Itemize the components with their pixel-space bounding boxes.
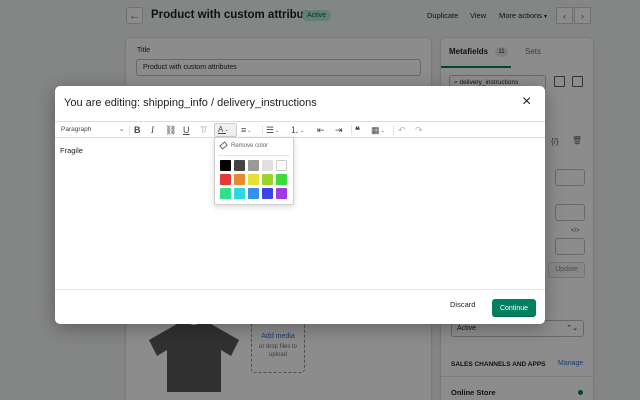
editor-content[interactable]: Fragile bbox=[60, 146, 83, 155]
clear-format-icon[interactable]: T̸ bbox=[200, 124, 206, 136]
color-picker-dropdown: Remove color bbox=[214, 137, 294, 205]
color-swatch[interactable] bbox=[248, 188, 259, 199]
color-swatch[interactable] bbox=[262, 188, 273, 199]
underline-icon[interactable]: U bbox=[183, 124, 190, 136]
color-swatch[interactable] bbox=[234, 174, 245, 185]
close-icon[interactable]: × bbox=[522, 94, 531, 110]
align-icon[interactable]: ≡⌄ bbox=[241, 124, 251, 136]
italic-icon[interactable]: I bbox=[151, 124, 154, 136]
modal-footer: Discard Continue bbox=[55, 289, 545, 324]
discard-button[interactable]: Discard bbox=[450, 300, 475, 309]
numbered-list-icon[interactable]: ⒈⌄ bbox=[290, 124, 304, 136]
toolbar-divider bbox=[351, 125, 352, 135]
color-swatch[interactable] bbox=[262, 160, 273, 171]
color-swatch[interactable] bbox=[248, 174, 259, 185]
modal-header: You are editing: shipping_info / deliver… bbox=[55, 86, 545, 121]
text-color-button[interactable]: A⌄ bbox=[214, 123, 237, 137]
paragraph-format-select[interactable]: Paragraph bbox=[61, 124, 91, 136]
color-swatch-grid bbox=[220, 160, 292, 199]
color-swatch[interactable] bbox=[276, 160, 287, 171]
color-swatch[interactable] bbox=[276, 174, 287, 185]
undo-icon[interactable]: ↶ bbox=[398, 124, 406, 136]
color-swatch[interactable] bbox=[220, 160, 231, 171]
remove-color-option[interactable]: Remove color bbox=[219, 141, 269, 150]
bullet-list-icon[interactable]: ☰⌄ bbox=[266, 124, 279, 136]
color-swatch[interactable] bbox=[262, 174, 273, 185]
link-icon[interactable]: ⛓ bbox=[165, 124, 176, 136]
remove-color-label: Remove color bbox=[231, 143, 269, 150]
outdent-icon[interactable]: ⇤ bbox=[317, 124, 325, 136]
color-swatch[interactable] bbox=[234, 188, 245, 199]
color-swatch[interactable] bbox=[234, 160, 245, 171]
color-swatch[interactable] bbox=[248, 160, 259, 171]
divider bbox=[218, 155, 290, 156]
color-swatch[interactable] bbox=[220, 174, 231, 185]
modal-title: You are editing: shipping_info / deliver… bbox=[64, 97, 317, 109]
redo-icon[interactable]: ↷ bbox=[415, 124, 423, 136]
color-indicator bbox=[218, 133, 226, 134]
toolbar-divider bbox=[262, 125, 263, 135]
eraser-icon bbox=[219, 141, 228, 150]
rich-text-editor-modal: You are editing: shipping_info / deliver… bbox=[55, 86, 545, 324]
editor-toolbar: Paragraph ⌄ B I ⛓ U T̸ A⌄ ≡⌄ ☰⌄ ⒈⌄ ⇤ ⇥ ❝… bbox=[55, 121, 545, 138]
color-swatch[interactable] bbox=[220, 188, 231, 199]
continue-button[interactable]: Continue bbox=[492, 299, 536, 317]
bold-icon[interactable]: B bbox=[134, 124, 141, 136]
toolbar-divider bbox=[129, 125, 130, 135]
indent-icon[interactable]: ⇥ bbox=[335, 124, 343, 136]
table-icon[interactable]: ▦⌄ bbox=[371, 124, 385, 136]
chevron-down-icon: ⌄ bbox=[119, 126, 125, 133]
blockquote-icon[interactable]: ❝ bbox=[355, 124, 360, 136]
toolbar-divider bbox=[393, 125, 394, 135]
color-swatch[interactable] bbox=[276, 188, 287, 199]
